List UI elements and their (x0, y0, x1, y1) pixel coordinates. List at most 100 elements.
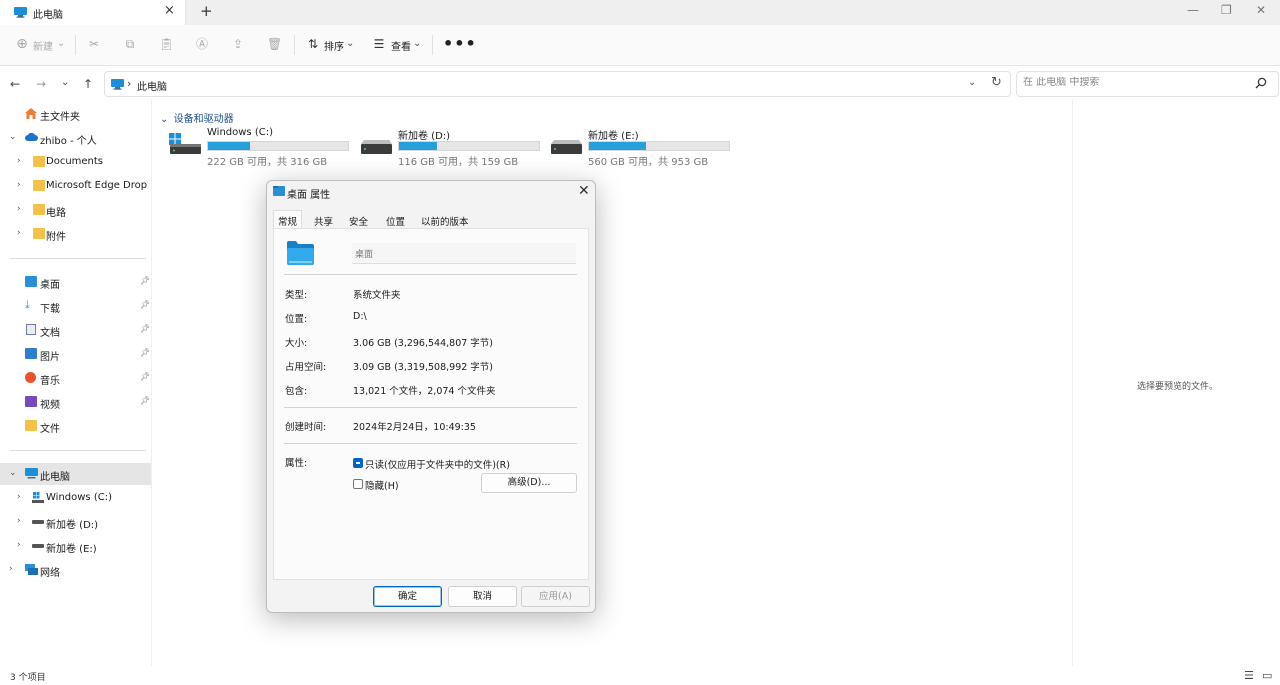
recent-locations-chevron-icon[interactable]: ⌄ (61, 77, 69, 88)
details-view-icon[interactable]: ☰ (1244, 669, 1254, 682)
view-chevron-icon[interactable]: ⌄ (413, 38, 421, 49)
folder-name-field[interactable] (352, 243, 576, 264)
minimize-button[interactable]: — (1187, 3, 1199, 17)
address-bar[interactable]: › 此电脑 ⌄ ↻ (104, 71, 1011, 97)
collapsed-chevron-icon[interactable]: › (17, 540, 21, 550)
sidebar-item-network[interactable]: › 网络 (0, 559, 151, 581)
apply-button[interactable]: 应用(A) (521, 586, 590, 607)
toolbar-divider (75, 35, 76, 55)
search-input[interactable] (1023, 77, 1243, 88)
collapsed-chevron-icon[interactable]: › (17, 228, 21, 238)
dialog-close-icon[interactable]: ✕ (578, 183, 590, 199)
sidebar-item-docs[interactable]: 文档 📌︎ (0, 319, 151, 341)
expanded-chevron-icon[interactable]: ⌄ (9, 468, 17, 478)
sidebar-item-attachments[interactable]: › 附件 (0, 223, 151, 245)
expanded-chevron-icon[interactable]: ⌄ (9, 132, 17, 142)
sidebar-item-videos[interactable]: 视频 📌︎ (0, 391, 151, 413)
collapsed-chevron-icon[interactable]: › (17, 516, 21, 526)
back-icon[interactable]: ← (10, 77, 20, 91)
sidebar-item-home[interactable]: 主文件夹 (0, 103, 151, 125)
close-window-button[interactable]: ✕ (1256, 3, 1266, 17)
pin-icon[interactable]: 📌︎ (140, 300, 150, 309)
pin-icon[interactable]: 📌︎ (140, 372, 150, 381)
sidebar-item-downloads[interactable]: ⤓ 下载 📌︎ (0, 295, 151, 317)
tab-general[interactable]: 常规 (273, 210, 303, 229)
collapsed-chevron-icon[interactable]: › (17, 204, 21, 214)
pin-icon[interactable]: 📌︎ (140, 324, 150, 333)
group-header-devices[interactable]: ⌄ 设备和驱动器 (160, 110, 234, 125)
share-icon[interactable]: ⇪ (231, 37, 245, 51)
address-history-chevron-icon[interactable]: ⌄ (968, 77, 976, 88)
delete-icon[interactable]: 🗑︎ (267, 37, 282, 51)
tab-security[interactable]: 安全 (349, 214, 368, 228)
readonly-checkbox[interactable] (353, 458, 363, 468)
search-icon[interactable] (1255, 77, 1267, 92)
tab-sharing[interactable]: 共享 (314, 214, 333, 228)
tiles-view-icon[interactable]: ▭ (1262, 669, 1272, 682)
tab-location[interactable]: 位置 (386, 214, 405, 228)
drive-tile-e[interactable]: 新加卷 (E:) 560 GB 可用，共 953 GB (550, 125, 735, 168)
group-collapse-chevron-icon[interactable]: ⌄ (160, 114, 168, 125)
collapsed-chevron-icon[interactable]: › (17, 156, 21, 166)
sidebar-item-drive-e[interactable]: › 新加卷 (E:) (0, 535, 151, 557)
type-value: 系统文件夹 (353, 290, 401, 301)
sidebar-item-files[interactable]: 文件 (0, 415, 151, 437)
document-icon (26, 324, 36, 335)
forward-icon[interactable]: → (36, 77, 46, 91)
hidden-label[interactable]: 隐藏(H) (365, 478, 399, 492)
pin-icon[interactable]: 📌︎ (140, 396, 150, 405)
drive-usage-fill (399, 142, 437, 150)
breadcrumb-this-pc[interactable]: 此电脑 (137, 78, 167, 93)
collapsed-chevron-icon[interactable]: › (17, 180, 21, 190)
new-icon: ⊕ (16, 36, 28, 52)
more-options-icon[interactable]: ••• (443, 34, 477, 53)
collapsed-chevron-icon[interactable]: › (9, 564, 13, 574)
new-dropdown-chevron-icon[interactable]: ⌄ (57, 38, 65, 49)
sidebar-item-documents[interactable]: › Documents (0, 151, 151, 173)
tab-this-pc[interactable]: 此电脑 × (0, 0, 186, 25)
readonly-label[interactable]: 只读(仅应用于文件夹中的文件)(R) (365, 457, 510, 471)
refresh-icon[interactable]: ↻ (991, 75, 1002, 90)
rename-icon[interactable]: Ⓐ (195, 37, 209, 51)
copy-icon[interactable]: ⧉ (123, 37, 137, 51)
sidebar-item-pictures[interactable]: 图片 📌︎ (0, 343, 151, 365)
sidebar-item-edge-drop[interactable]: › Microsoft Edge Drop Files (0, 175, 151, 197)
type-label: 类型: (285, 290, 308, 301)
breadcrumb-separator-icon[interactable]: › (127, 77, 131, 90)
sidebar-item-label: Microsoft Edge Drop Files (46, 180, 151, 191)
tab-previous-versions[interactable]: 以前的版本 (421, 214, 469, 228)
drive-tile-c[interactable]: Windows (C:) 222 GB 可用，共 316 GB (169, 125, 354, 168)
new-tab-button[interactable]: + (200, 2, 213, 20)
sidebar-item-drive-c[interactable]: › Windows (C:) (0, 487, 151, 509)
ok-button[interactable]: 确定 (373, 586, 442, 607)
advanced-button[interactable]: 高级(D)... (481, 473, 577, 493)
drive-tile-d[interactable]: 新加卷 (D:) 116 GB 可用，共 159 GB (360, 125, 545, 168)
cancel-button[interactable]: 取消 (448, 586, 517, 607)
collapsed-chevron-icon[interactable]: › (17, 492, 21, 502)
sidebar-item-desktop[interactable]: 桌面 📌︎ (0, 271, 151, 293)
computer-icon (111, 79, 124, 93)
sidebar-item-music[interactable]: 音乐 📌︎ (0, 367, 151, 389)
sort-chevron-icon[interactable]: ⌄ (346, 38, 354, 49)
restore-button[interactable]: ❐ (1221, 3, 1232, 17)
search-box[interactable] (1016, 71, 1279, 97)
sidebar-item-this-pc[interactable]: ⌄ 此电脑 (0, 463, 151, 485)
sidebar-item-onedrive[interactable]: ⌄ zhibo - 个人 (0, 127, 151, 149)
sidebar-item-drive-d[interactable]: › 新加卷 (D:) (0, 511, 151, 533)
drive-space-info: 560 GB 可用，共 953 GB (588, 157, 709, 168)
pin-icon[interactable]: 📌︎ (140, 348, 150, 357)
pin-icon[interactable]: 📌︎ (140, 276, 150, 285)
up-icon[interactable]: ↑ (83, 77, 93, 91)
paste-icon[interactable]: 📋︎ (159, 37, 174, 51)
sidebar-item-circuits[interactable]: › 电路 (0, 199, 151, 221)
tab-title: 此电脑 (33, 10, 63, 21)
tab-close-icon[interactable]: × (164, 3, 175, 18)
hidden-checkbox[interactable] (353, 479, 363, 489)
location-value: D:\ (353, 311, 367, 322)
view-button[interactable]: 查看 (391, 38, 411, 53)
cut-icon[interactable]: ✂ (87, 37, 101, 51)
new-button[interactable]: 新建 (33, 38, 53, 53)
size-label: 大小: (285, 338, 308, 349)
sidebar-item-label: 新加卷 (E:) (46, 544, 97, 555)
sort-button[interactable]: 排序 (324, 38, 344, 53)
